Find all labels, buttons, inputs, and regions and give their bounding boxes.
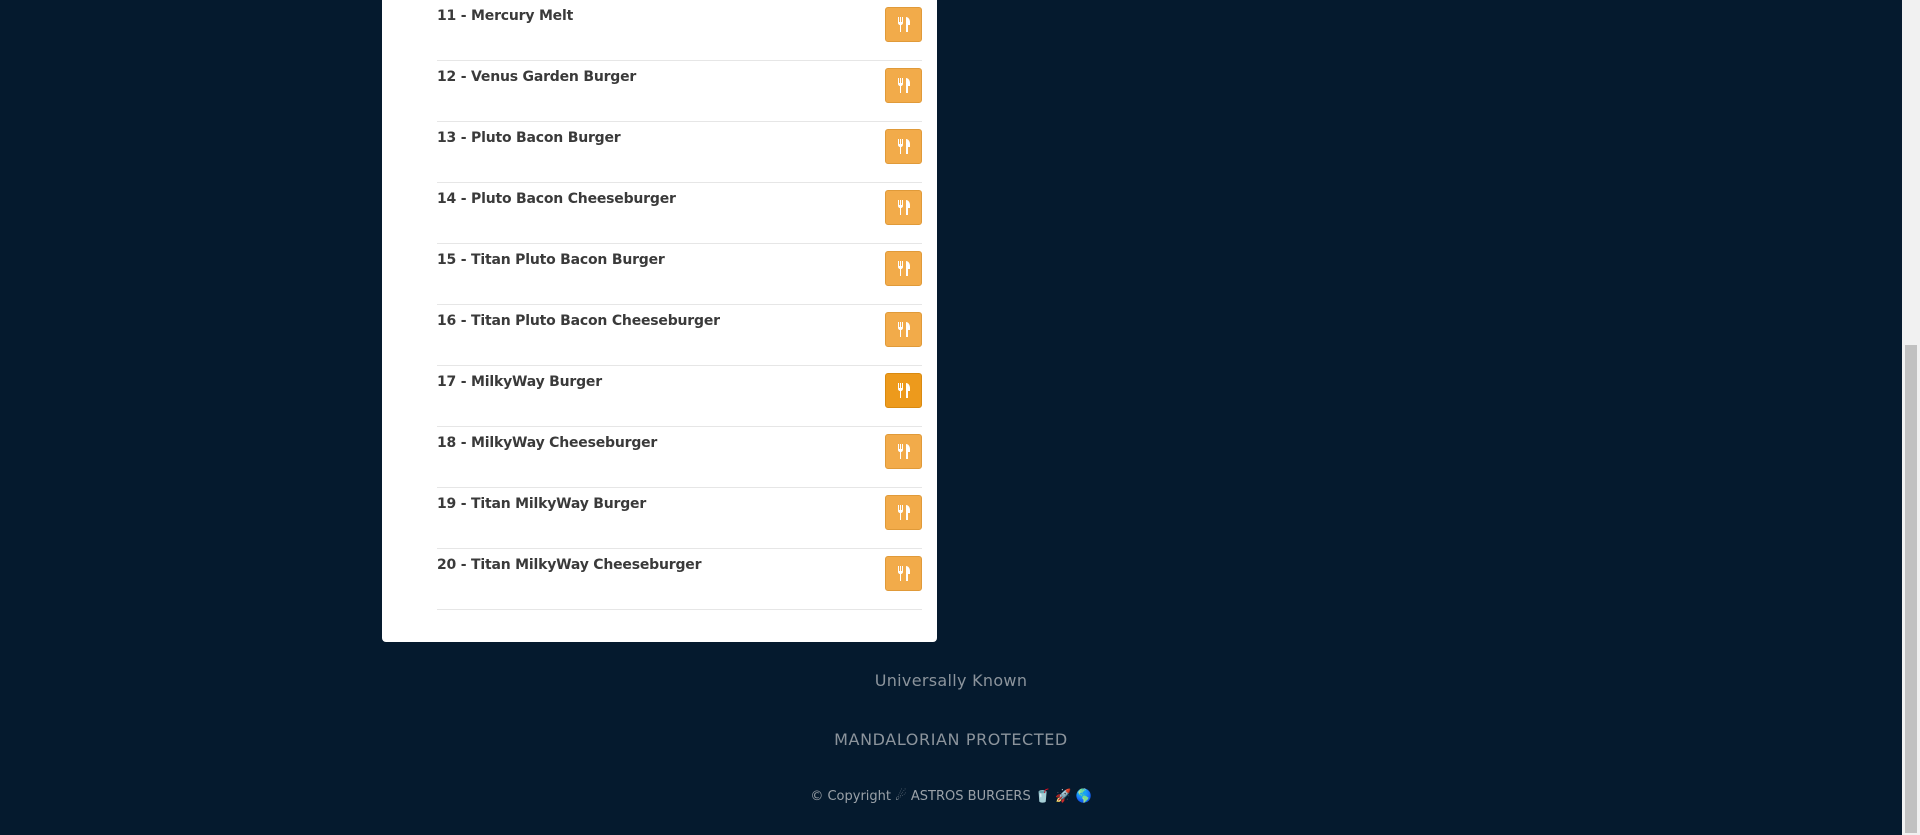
menu-item: 15 - Titan Pluto Bacon Burger	[437, 244, 922, 305]
utensils-icon	[897, 261, 910, 276]
order-button[interactable]	[885, 556, 922, 591]
utensils-icon	[897, 139, 910, 154]
order-button[interactable]	[885, 495, 922, 530]
utensils-icon	[897, 200, 910, 215]
menu-item: 12 - Venus Garden Burger	[437, 61, 922, 122]
order-button[interactable]	[885, 190, 922, 225]
page-scrollbar[interactable]	[1902, 0, 1920, 835]
utensils-icon	[897, 505, 910, 520]
utensils-icon	[897, 78, 910, 93]
menu-item: 14 - Pluto Bacon Cheeseburger	[437, 183, 922, 244]
order-button[interactable]	[885, 434, 922, 469]
menu-item: 13 - Pluto Bacon Burger	[437, 122, 922, 183]
menu-item: 20 - Titan MilkyWay Cheeseburger	[437, 549, 922, 610]
menu-item-name: 17 - MilkyWay Burger	[437, 374, 602, 390]
scrollbar-thumb[interactable]	[1905, 345, 1917, 833]
order-button[interactable]	[885, 312, 922, 347]
utensils-icon	[897, 566, 910, 581]
menu-item-name: 13 - Pluto Bacon Burger	[437, 130, 621, 146]
menu-item-name: 18 - MilkyWay Cheeseburger	[437, 435, 658, 451]
menu-item: 16 - Titan Pluto Bacon Cheeseburger	[437, 305, 922, 366]
footer-protected-text: MANDALORIAN PROTECTED	[834, 730, 1068, 749]
menu-item-name: 15 - Titan Pluto Bacon Burger	[437, 252, 665, 268]
menu-card: 11 - Mercury Melt 12 - Venus Garden Burg…	[382, 0, 937, 642]
utensils-icon	[897, 444, 910, 459]
page: 11 - Mercury Melt 12 - Venus Garden Burg…	[0, 0, 1920, 835]
order-button[interactable]	[885, 129, 922, 164]
order-button[interactable]	[885, 68, 922, 103]
menu-item-name: 14 - Pluto Bacon Cheeseburger	[437, 191, 676, 207]
menu-item-name: 16 - Titan Pluto Bacon Cheeseburger	[437, 313, 720, 329]
menu-item: 18 - MilkyWay Cheeseburger	[437, 427, 922, 488]
footer-copyright: © Copyright ☄ ASTROS BURGERS 🥤 🚀 🌎	[810, 789, 1092, 804]
menu-item-name: 19 - Titan MilkyWay Burger	[437, 496, 647, 512]
order-button[interactable]	[885, 251, 922, 286]
menu-list: 11 - Mercury Melt 12 - Venus Garden Burg…	[437, 0, 922, 610]
menu-item: 19 - Titan MilkyWay Burger	[437, 488, 922, 549]
utensils-icon	[897, 17, 910, 32]
menu-item-name: 20 - Titan MilkyWay Cheeseburger	[437, 557, 702, 573]
utensils-icon	[897, 322, 910, 337]
order-button[interactable]	[885, 373, 922, 408]
menu-item-name: 11 - Mercury Melt	[437, 8, 574, 24]
utensils-icon	[897, 383, 910, 398]
order-button[interactable]	[885, 7, 922, 42]
footer-tagline: Universally Known	[874, 671, 1028, 690]
menu-item: 17 - MilkyWay Burger	[437, 366, 922, 427]
menu-item-name: 12 - Venus Garden Burger	[437, 69, 637, 85]
menu-item: 11 - Mercury Melt	[437, 0, 922, 61]
